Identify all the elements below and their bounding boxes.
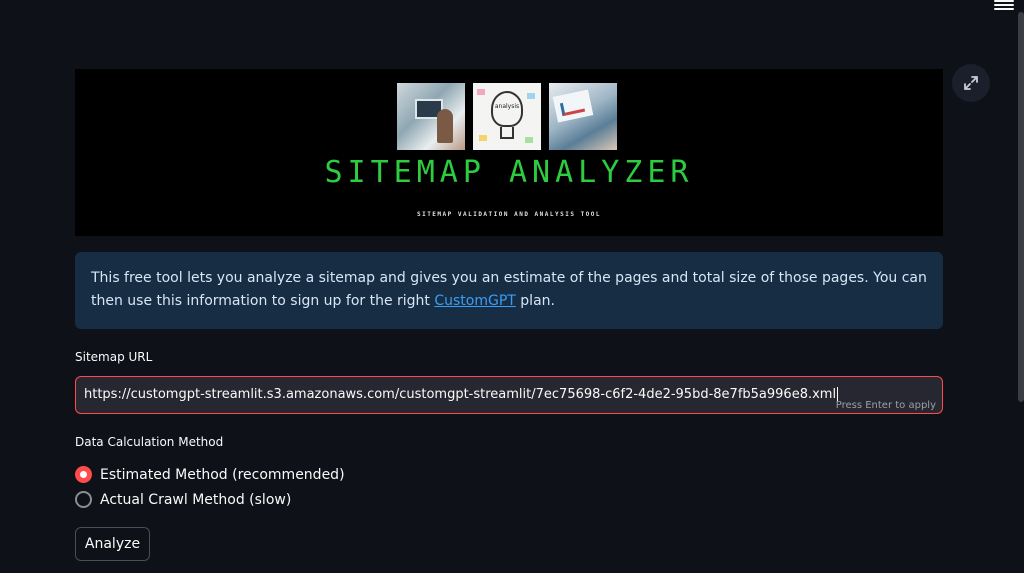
analyze-button[interactable]: Analyze (75, 527, 150, 561)
banner-subtitle: SITEMAP VALIDATION AND ANALYSIS TOOL (416, 211, 602, 218)
radio-estimated-label: Estimated Method (recommended) (100, 466, 345, 483)
expand-icon (964, 76, 978, 90)
press-enter-hint: Press Enter to apply (835, 400, 936, 411)
radio-crawl-method[interactable]: Actual Crawl Method (slow) (75, 491, 291, 508)
banner-photos: analysis (397, 83, 617, 150)
main-menu-button[interactable] (994, 0, 1014, 10)
customgpt-link[interactable]: CustomGPT (434, 293, 515, 309)
sitemap-url-input[interactable]: https://customgpt-streamlit.s3.amazonaws… (75, 376, 943, 414)
banner-title: SITEMAP ANALYZER (324, 155, 694, 190)
analysis-bulb-photo: analysis (473, 83, 541, 150)
page-scrollbar-thumb[interactable] (1018, 12, 1024, 402)
hamburger-menu-icon (994, 0, 1014, 2)
radio-crawl-label: Actual Crawl Method (slow) (100, 491, 292, 508)
sitemap-url-value: https://customgpt-streamlit.s3.amazonaws… (84, 387, 839, 402)
info-text-end: plan. (515, 293, 555, 309)
fullscreen-button[interactable] (952, 64, 990, 102)
sitemap-url-label: Sitemap URL (75, 350, 153, 364)
team-meeting-photo (397, 83, 465, 150)
radio-unselected-icon (75, 491, 92, 508)
banner-image: analysis SITEMAP ANALYZER SITEMAP VALIDA… (75, 69, 943, 236)
radio-estimated-method[interactable]: Estimated Method (recommended) (75, 466, 345, 483)
info-alert: This free tool lets you analyze a sitema… (75, 252, 943, 329)
radio-selected-icon (75, 466, 92, 483)
bulb-caption: analysis (494, 103, 520, 110)
calculation-method-label: Data Calculation Method (75, 435, 224, 449)
charts-paperwork-photo (549, 83, 617, 150)
